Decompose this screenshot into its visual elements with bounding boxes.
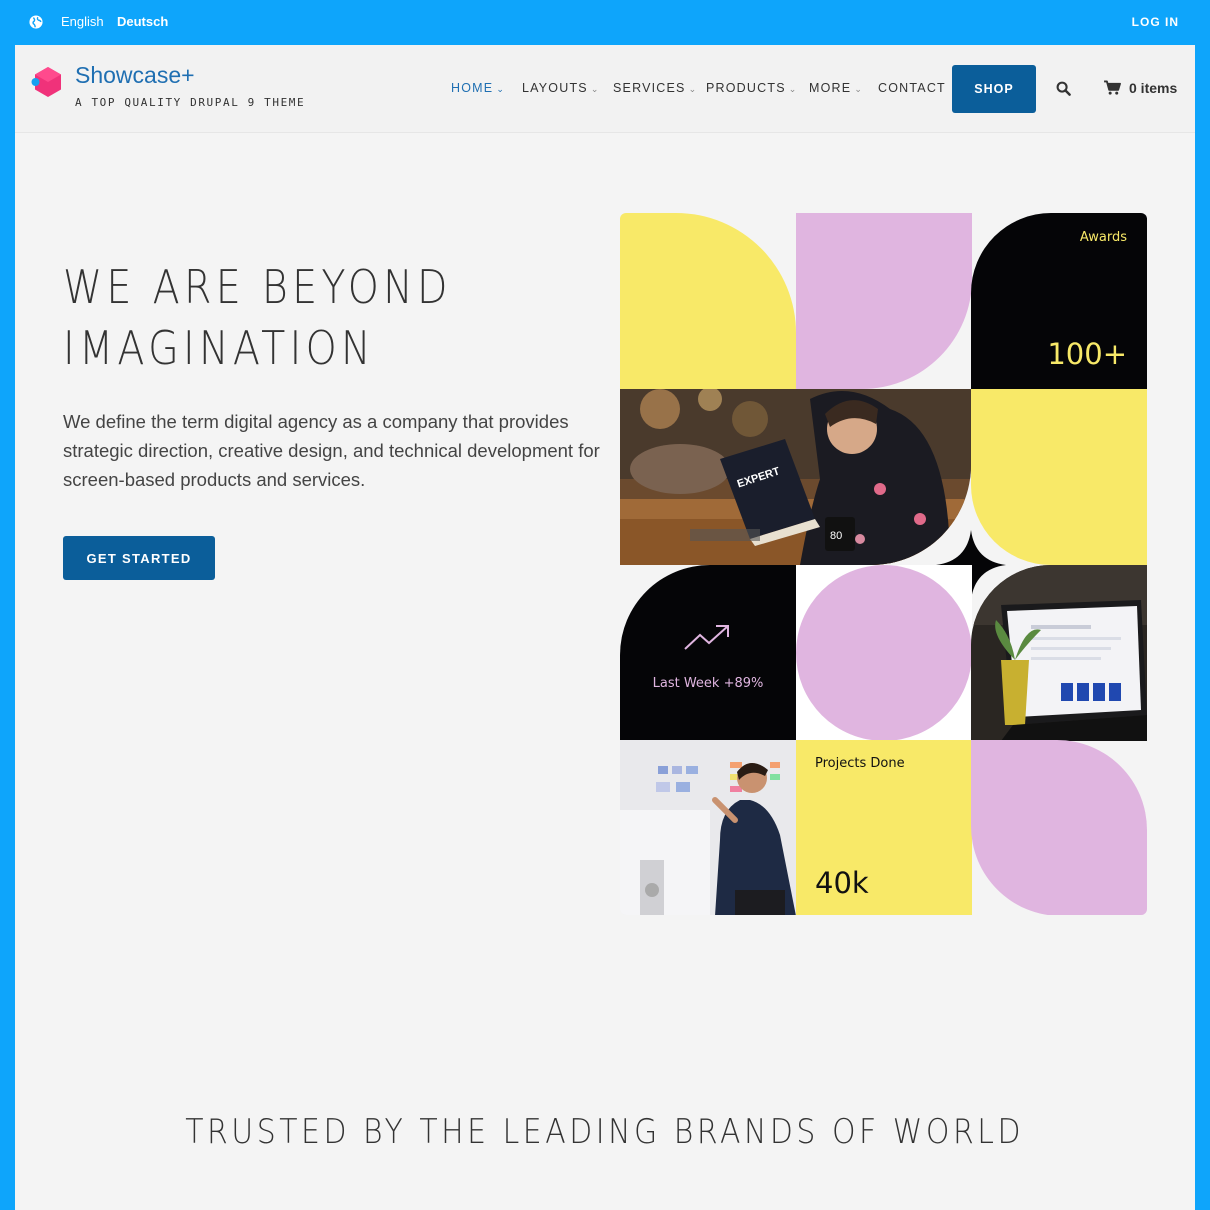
nav-label: SERVICES xyxy=(613,81,686,95)
chevron-down-icon: ⌄ xyxy=(496,84,506,94)
photo-man-presenting xyxy=(620,740,796,915)
nav-label: PRODUCTS xyxy=(706,81,786,95)
globe-icon xyxy=(29,15,43,29)
nav-item-products[interactable]: PRODUCTS ⌄ xyxy=(706,81,798,95)
pink-circle xyxy=(796,565,972,741)
awards-tile: Awards 100+ xyxy=(971,213,1147,389)
hero-collage: Awards 100+ EXPERT 80 Last Week +89% Pro… xyxy=(620,213,1147,915)
photo-man-reading-book: EXPERT 80 xyxy=(620,389,971,565)
top-bar: English Deutsch LOG IN xyxy=(0,0,1210,45)
nav-item-home[interactable]: HOME ⌄ xyxy=(451,81,505,95)
language-link-deutsch[interactable]: Deutsch xyxy=(117,14,168,29)
trusted-heading-text: TRUSTED BY THE LEADING BRANDS OF WORLD xyxy=(185,1112,1025,1152)
login-link[interactable]: LOG IN xyxy=(1132,15,1179,29)
nav-item-more[interactable]: MORE ⌄ xyxy=(809,81,863,95)
cart-count: 0 items xyxy=(1129,80,1178,96)
nav-label: LAYOUTS xyxy=(522,81,588,95)
projects-value: 40k xyxy=(815,866,869,900)
search-icon[interactable] xyxy=(1056,81,1071,96)
get-started-button[interactable]: GET STARTED xyxy=(63,536,215,580)
svg-text:80: 80 xyxy=(830,530,842,542)
projects-label: Projects Done xyxy=(815,756,905,771)
projects-done-tile: Projects Done 40k xyxy=(796,740,972,915)
site-slogan: A TOP QUALITY DRUPAL 9 THEME xyxy=(75,96,306,109)
shop-button[interactable]: SHOP xyxy=(952,65,1036,113)
awards-label: Awards xyxy=(1079,230,1127,245)
last-week-tile: Last Week +89% xyxy=(620,565,796,741)
nav-label: HOME xyxy=(451,81,494,95)
hero-title: WE ARE BEYOND IMAGINATION xyxy=(63,257,510,379)
nav-item-contact[interactable]: CONTACT xyxy=(878,81,946,95)
language-link-english[interactable]: English xyxy=(61,14,104,29)
hero-description: We define the term digital agency as a c… xyxy=(63,411,600,490)
nav-item-services[interactable]: SERVICES ⌄ xyxy=(613,81,697,95)
chevron-down-icon: ⌄ xyxy=(854,84,864,94)
last-week-label: Last Week +89% xyxy=(652,676,764,691)
hero-title-line: WE ARE BEYOND xyxy=(63,260,452,314)
chevron-down-icon: ⌄ xyxy=(688,84,698,94)
site-name[interactable]: Showcase+ xyxy=(75,62,195,89)
nav-label: MORE xyxy=(809,81,852,95)
page-container: Showcase+ A TOP QUALITY DRUPAL 9 THEME H… xyxy=(15,45,1195,1210)
yellow-shape-tile xyxy=(620,213,796,389)
logo-icon[interactable] xyxy=(31,65,65,99)
trending-up-icon xyxy=(684,625,729,650)
trusted-heading: TRUSTED BY THE LEADING BRANDS OF WORLD xyxy=(15,1112,1195,1152)
nav-item-layouts[interactable]: LAYOUTS ⌄ xyxy=(522,81,600,95)
awards-value: 100+ xyxy=(1047,337,1127,371)
pink-shape-tile xyxy=(971,740,1147,915)
hero-title-line: IMAGINATION xyxy=(63,321,375,375)
chevron-down-icon: ⌄ xyxy=(590,84,600,94)
nav-label: CONTACT xyxy=(878,81,946,95)
photo-laptop xyxy=(971,565,1147,741)
pink-shape-tile xyxy=(796,213,972,389)
cart-icon xyxy=(1104,80,1121,95)
site-header: Showcase+ A TOP QUALITY DRUPAL 9 THEME H… xyxy=(15,45,1195,133)
chevron-down-icon: ⌄ xyxy=(788,84,798,94)
circle-tile xyxy=(796,565,972,741)
